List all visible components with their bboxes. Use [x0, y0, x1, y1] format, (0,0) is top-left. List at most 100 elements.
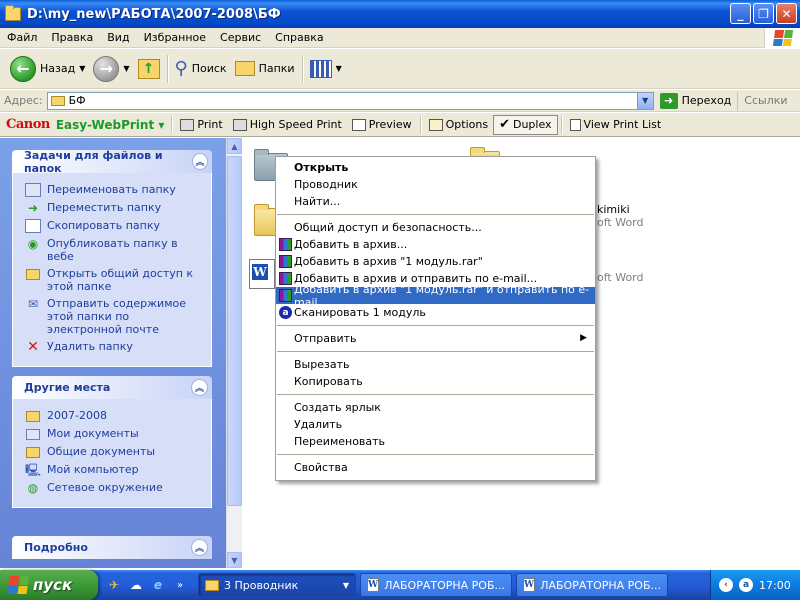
preview-button[interactable]: Preview: [347, 115, 417, 135]
taskbar-word-2[interactable]: W ЛАБОРАТОРНА РОБ...: [516, 573, 668, 597]
scroll-thumb[interactable]: [227, 156, 242, 506]
chevron-down-icon[interactable]: ▼: [336, 64, 342, 73]
views-button[interactable]: ▼: [306, 52, 346, 86]
file-type: oft Word: [597, 271, 644, 284]
menu-tools[interactable]: Сервис: [213, 31, 268, 44]
winrar-icon: [279, 272, 292, 285]
chevron-right-icon[interactable]: »: [172, 577, 188, 593]
tray-arrow-icon[interactable]: ‹: [719, 578, 733, 592]
duplex-button[interactable]: ✔ Duplex: [493, 114, 558, 135]
menu-cut[interactable]: Вырезать: [276, 356, 595, 373]
go-label: Переход: [681, 94, 732, 107]
taskbar-explorer[interactable]: 3 Проводник ▼: [198, 573, 356, 597]
collapse-icon[interactable]: ︽: [191, 539, 208, 556]
cloud-icon[interactable]: ☁: [128, 577, 144, 593]
forward-button[interactable]: → ▼: [89, 52, 133, 86]
start-button[interactable]: пуск: [0, 570, 98, 600]
options-button[interactable]: Options: [424, 115, 493, 135]
menu-open[interactable]: Открыть: [276, 159, 595, 176]
view-print-list-button[interactable]: View Print List: [565, 115, 667, 135]
file-tasks-header[interactable]: Задачи для файлов и папок ︽: [12, 149, 212, 175]
antivirus-icon: a: [279, 306, 292, 319]
collapse-icon[interactable]: ︽: [192, 153, 208, 170]
folder-icon: [25, 409, 41, 423]
preview-icon: [351, 118, 366, 131]
print-button[interactable]: Print: [175, 115, 227, 135]
folders-button[interactable]: Папки: [231, 52, 299, 86]
menu-add-rar[interactable]: Добавить в архив "1 модуль.rar": [276, 253, 595, 270]
menu-file[interactable]: Файл: [0, 31, 44, 44]
system-tray: ‹ a 17:00: [710, 570, 800, 600]
chevron-down-icon[interactable]: ▼: [123, 64, 129, 73]
menu-add-rar-email[interactable]: Добавить в архив "1 модуль.rar" и отправ…: [276, 283, 595, 309]
address-input[interactable]: БФ ▼: [46, 91, 654, 110]
menu-separator: [277, 351, 594, 352]
menu-add-archive[interactable]: Добавить в архив...: [276, 236, 595, 253]
search-button[interactable]: ⚲ Поиск: [171, 52, 231, 86]
collapse-icon[interactable]: ︽: [191, 379, 208, 396]
word-icon: W: [523, 578, 536, 592]
links-button[interactable]: Ссылки: [737, 91, 788, 110]
clock[interactable]: 17:00: [759, 579, 791, 592]
publish-folder-link[interactable]: ◉ Опубликовать папку в вебе: [25, 237, 203, 263]
menu-delete[interactable]: Удалить: [276, 416, 595, 433]
go-arrow-icon: ➜: [659, 92, 678, 109]
share-folder-link[interactable]: Открыть общий доступ к этой папке: [25, 267, 203, 293]
airplane-icon[interactable]: ✈: [106, 577, 122, 593]
place-shared-documents[interactable]: Общие документы: [25, 445, 203, 459]
maximize-button[interactable]: ❐: [753, 3, 774, 24]
title-bar[interactable]: D:\my_new\РАБОТА\2007-2008\БФ _ ❐ ✕: [0, 0, 800, 28]
chevron-down-icon[interactable]: ▼: [79, 64, 85, 73]
list-icon: [569, 118, 581, 131]
easy-webprint-menu[interactable]: Easy-WebPrint ▾: [56, 118, 169, 132]
taskbar-word-1[interactable]: W ЛАБОРАТОРНА РОБ...: [360, 573, 512, 597]
close-button[interactable]: ✕: [776, 3, 797, 24]
menu-favorites[interactable]: Избранное: [137, 31, 213, 44]
canon-toolbar: Canon Easy-WebPrint ▾ Print High Speed P…: [0, 113, 800, 137]
menu-separator: [277, 454, 594, 455]
place-network[interactable]: ◍ Сетевое окружение: [25, 481, 203, 495]
computer-icon: 🖳: [25, 462, 42, 477]
menu-separator: [277, 325, 594, 326]
menu-rename[interactable]: Переименовать: [276, 433, 595, 450]
go-button[interactable]: ➜ Переход: [654, 92, 738, 109]
menu-sharing[interactable]: Общий доступ и безопасность...: [276, 219, 595, 236]
scroll-down-arrow[interactable]: ▼: [227, 552, 242, 568]
delete-icon: ✕: [27, 338, 39, 355]
up-folder-button[interactable]: ↑: [134, 52, 164, 86]
details-header[interactable]: Подробно ︽: [12, 536, 212, 559]
move-folder-link[interactable]: ➜ Переместить папку: [25, 201, 203, 215]
menu-scan[interactable]: a Сканировать 1 модуль: [276, 304, 595, 321]
shared-folder-icon: [25, 445, 41, 459]
high-speed-print-button[interactable]: High Speed Print: [228, 115, 347, 135]
folder-icon: [50, 95, 65, 106]
menu-copy[interactable]: Копировать: [276, 373, 595, 390]
place-2007-2008[interactable]: 2007-2008: [25, 409, 203, 423]
menu-properties[interactable]: Свойства: [276, 459, 595, 476]
delete-folder-link[interactable]: ✕ Удалить папку: [25, 340, 203, 354]
winrar-icon: [279, 255, 292, 268]
word-document-icon[interactable]: [249, 259, 275, 289]
chevron-down-icon[interactable]: ▼: [636, 92, 653, 109]
menu-view[interactable]: Вид: [100, 31, 136, 44]
email-folder-link[interactable]: ✉ Отправить содержимое этой папки по элек…: [25, 297, 203, 336]
menu-send-to[interactable]: Отправить ▶: [276, 330, 595, 347]
folders-label: Папки: [258, 62, 295, 75]
antivirus-icon[interactable]: a: [739, 578, 753, 592]
minimize-button[interactable]: _: [730, 3, 751, 24]
copy-folder-link[interactable]: Скопировать папку: [25, 219, 203, 233]
vertical-scrollbar[interactable]: ▲ ▼: [226, 138, 242, 568]
place-my-computer[interactable]: 🖳 Мой компьютер: [25, 463, 203, 477]
printer-icon: [232, 118, 247, 131]
back-button[interactable]: ← Назад ▼: [6, 52, 89, 86]
other-places-header[interactable]: Другие места ︽: [12, 376, 212, 399]
place-my-documents[interactable]: Мои документы: [25, 427, 203, 441]
rename-folder-link[interactable]: Переименовать папку: [25, 183, 203, 197]
menu-find[interactable]: Найти...: [276, 193, 595, 210]
scroll-up-arrow[interactable]: ▲: [227, 138, 242, 154]
ie-icon[interactable]: e: [150, 577, 166, 593]
menu-edit[interactable]: Правка: [44, 31, 100, 44]
menu-explorer[interactable]: Проводник: [276, 176, 595, 193]
menu-create-shortcut[interactable]: Создать ярлык: [276, 399, 595, 416]
menu-help[interactable]: Справка: [268, 31, 330, 44]
